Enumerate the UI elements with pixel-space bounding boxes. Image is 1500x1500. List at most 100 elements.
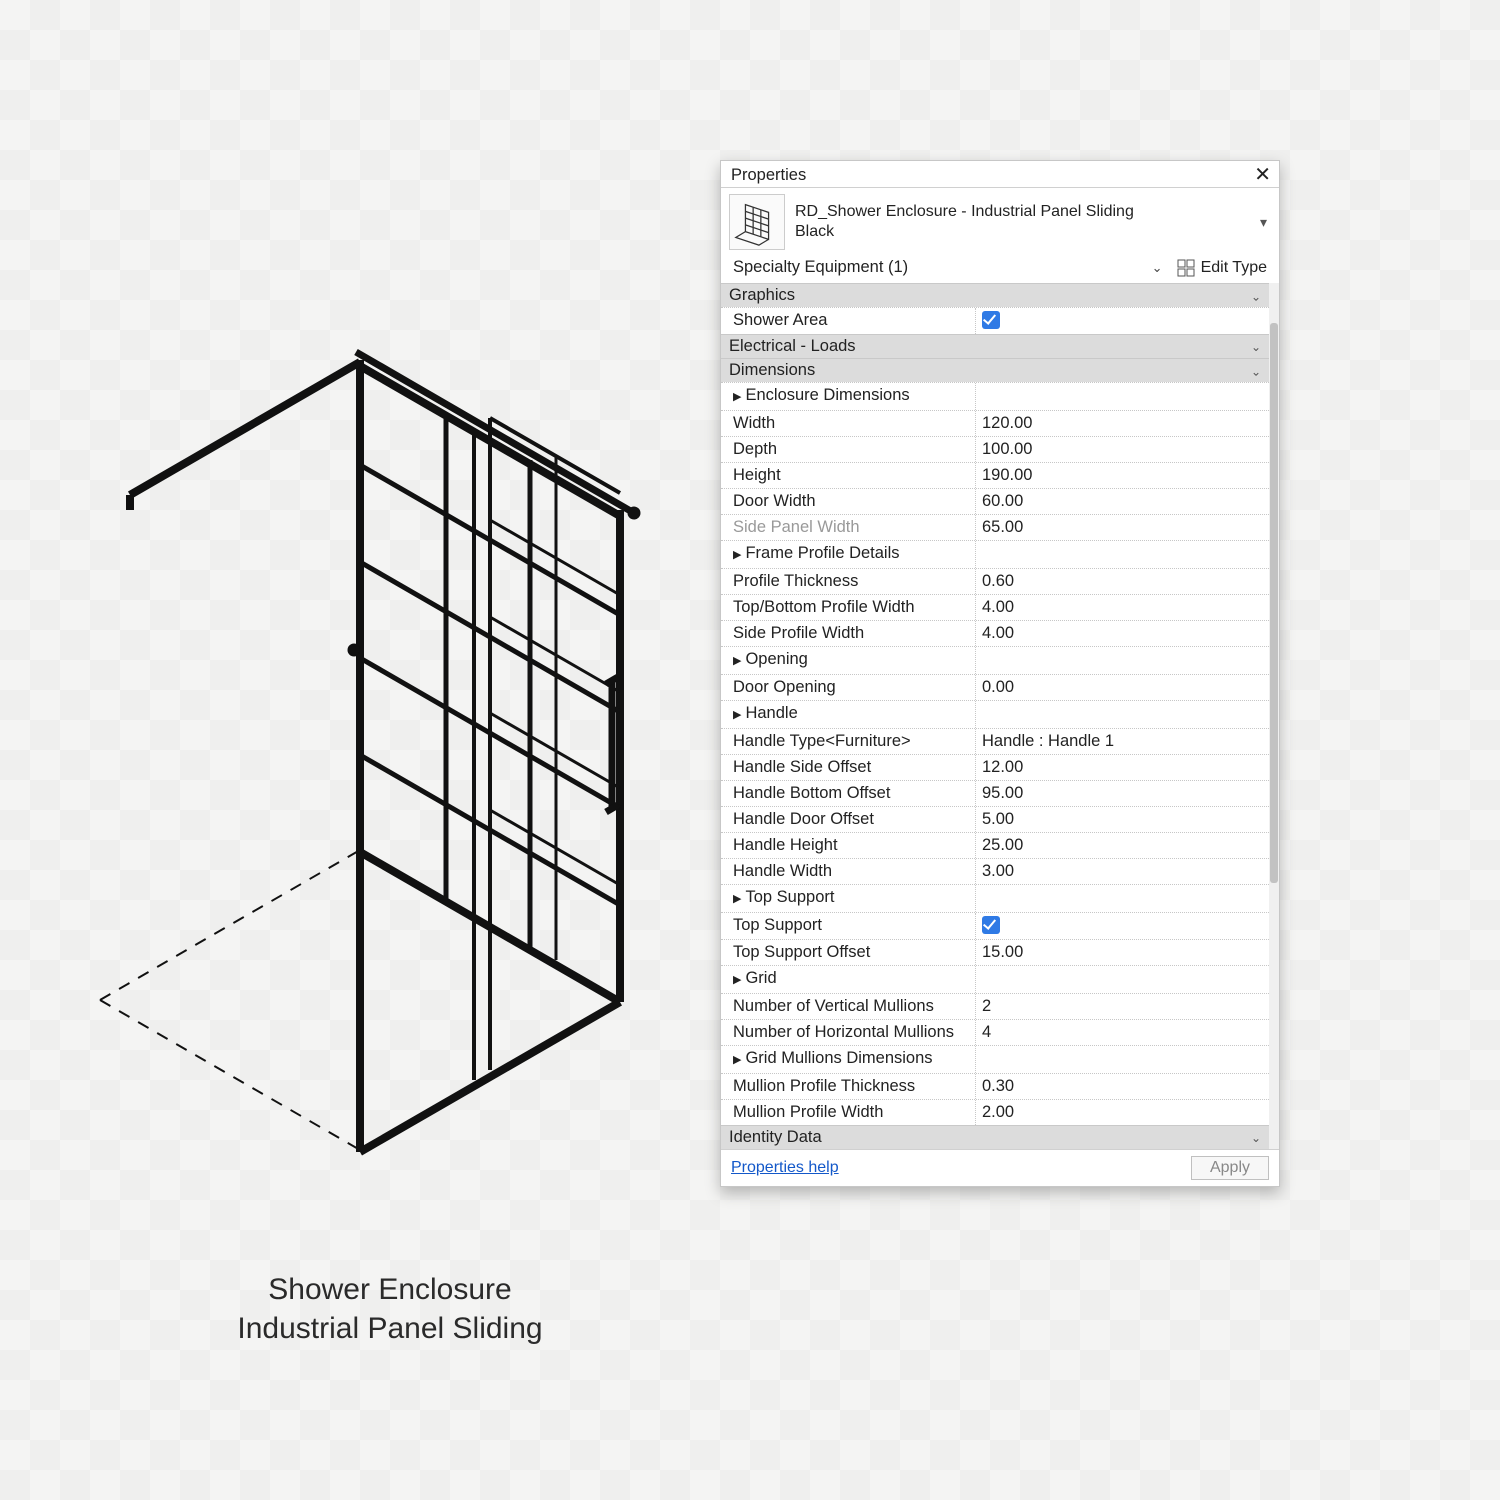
property-value[interactable]: 2.00 (976, 1100, 1269, 1125)
edit-type-label: Edit Type (1201, 259, 1267, 277)
property-value[interactable] (976, 308, 1269, 334)
property-label: Depth (721, 437, 976, 462)
property-value[interactable]: 25.00 (976, 833, 1269, 858)
property-label: Top Support (721, 885, 976, 912)
property-row[interactable]: Top Support (721, 884, 1269, 912)
property-label: Handle Width (721, 859, 976, 884)
collapse-icon[interactable]: ⌃ (1251, 364, 1261, 378)
property-row[interactable]: Number of Horizontal Mullions4 (721, 1019, 1269, 1045)
type-thumbnail (729, 194, 785, 250)
property-value[interactable] (976, 383, 1269, 410)
chevron-down-icon[interactable]: ▾ (1256, 214, 1271, 231)
apply-button[interactable]: Apply (1191, 1156, 1269, 1180)
property-value[interactable] (976, 647, 1269, 674)
property-label: Door Opening (721, 675, 976, 700)
section-electrical-loads[interactable]: Electrical - Loads ⌄ (721, 334, 1269, 358)
checkbox-checked-icon[interactable] (982, 916, 1000, 934)
type-family-name: RD_Shower Enclosure - Industrial Panel S… (795, 202, 1246, 222)
property-row[interactable]: Shower Area (721, 307, 1269, 334)
property-label: Enclosure Dimensions (721, 383, 976, 410)
property-row[interactable]: Door Width60.00 (721, 488, 1269, 514)
property-value[interactable] (976, 966, 1269, 993)
properties-help-link[interactable]: Properties help (731, 1159, 839, 1177)
property-row[interactable]: Mullion Profile Thickness0.30 (721, 1073, 1269, 1099)
edit-type-icon (1177, 259, 1195, 277)
section-label: Graphics (729, 286, 795, 305)
vertical-scrollbar[interactable] (1269, 283, 1279, 1149)
property-value[interactable] (976, 701, 1269, 728)
property-row[interactable]: Door Opening0.00 (721, 674, 1269, 700)
collapse-icon[interactable]: ⌃ (1251, 289, 1261, 303)
property-value[interactable] (976, 1046, 1269, 1073)
property-value[interactable]: 2 (976, 994, 1269, 1019)
property-value[interactable]: 60.00 (976, 489, 1269, 514)
property-row[interactable]: Depth100.00 (721, 436, 1269, 462)
property-label: Mullion Profile Width (721, 1100, 976, 1125)
panel-titlebar[interactable]: Properties ✕ (721, 161, 1279, 188)
expand-icon[interactable]: ⌄ (1251, 340, 1261, 354)
expand-icon[interactable]: ⌄ (1251, 1131, 1261, 1145)
property-value[interactable]: 0.60 (976, 569, 1269, 594)
property-row[interactable]: Opening (721, 646, 1269, 674)
property-value[interactable]: 3.00 (976, 859, 1269, 884)
property-value[interactable]: 12.00 (976, 755, 1269, 780)
property-row[interactable]: Handle Side Offset12.00 (721, 754, 1269, 780)
property-label: Handle Side Offset (721, 755, 976, 780)
property-label: Top Support Offset (721, 940, 976, 965)
property-label: Number of Horizontal Mullions (721, 1020, 976, 1045)
property-value[interactable] (976, 541, 1269, 568)
property-label: Grid Mullions Dimensions (721, 1046, 976, 1073)
property-row[interactable]: Side Profile Width4.00 (721, 620, 1269, 646)
property-value[interactable]: 0.00 (976, 675, 1269, 700)
property-value[interactable] (976, 913, 1269, 939)
property-value[interactable]: 4.00 (976, 595, 1269, 620)
property-row[interactable]: Top/Bottom Profile Width4.00 (721, 594, 1269, 620)
property-row[interactable]: Profile Thickness0.60 (721, 568, 1269, 594)
property-row[interactable]: Width120.00 (721, 410, 1269, 436)
section-graphics[interactable]: Graphics ⌃ (721, 283, 1269, 307)
close-icon[interactable]: ✕ (1254, 165, 1271, 185)
property-value[interactable]: 190.00 (976, 463, 1269, 488)
property-value[interactable]: 0.30 (976, 1074, 1269, 1099)
property-label: Handle Height (721, 833, 976, 858)
property-value[interactable]: 15.00 (976, 940, 1269, 965)
section-identity-data[interactable]: Identity Data⌄ (721, 1125, 1269, 1149)
property-value[interactable]: 5.00 (976, 807, 1269, 832)
property-row[interactable]: Top Support Offset15.00 (721, 939, 1269, 965)
property-value[interactable]: 100.00 (976, 437, 1269, 462)
property-row[interactable]: Handle (721, 700, 1269, 728)
property-label: Top/Bottom Profile Width (721, 595, 976, 620)
property-value[interactable]: 120.00 (976, 411, 1269, 436)
property-row[interactable]: Top Support (721, 912, 1269, 939)
property-row[interactable]: Mullion Profile Width2.00 (721, 1099, 1269, 1125)
property-row[interactable]: Grid Mullions Dimensions (721, 1045, 1269, 1073)
property-value[interactable] (976, 885, 1269, 912)
checkbox-checked-icon[interactable] (982, 311, 1000, 329)
section-label: Electrical - Loads (729, 337, 856, 356)
property-label: Handle Type<Furniture> (721, 729, 976, 754)
section-label: Dimensions (729, 361, 815, 380)
type-variant: Black (795, 222, 1246, 242)
edit-type-button[interactable]: Edit Type (1173, 257, 1271, 279)
property-row[interactable]: Frame Profile Details (721, 540, 1269, 568)
property-row[interactable]: Enclosure Dimensions (721, 382, 1269, 410)
property-value[interactable]: 95.00 (976, 781, 1269, 806)
property-row[interactable]: Side Panel Width65.00 (721, 514, 1269, 540)
category-selector[interactable]: Specialty Equipment (1) ⌄ (729, 256, 1167, 279)
selector-text: Specialty Equipment (1) (733, 258, 908, 277)
property-row[interactable]: Handle Height25.00 (721, 832, 1269, 858)
property-row[interactable]: Handle Type<Furniture>Handle : Handle 1 (721, 728, 1269, 754)
property-row[interactable]: Number of Vertical Mullions2 (721, 993, 1269, 1019)
section-dimensions[interactable]: Dimensions ⌃ (721, 358, 1269, 382)
property-row[interactable]: Handle Door Offset5.00 (721, 806, 1269, 832)
property-row[interactable]: Height190.00 (721, 462, 1269, 488)
type-selector[interactable]: RD_Shower Enclosure - Industrial Panel S… (721, 188, 1279, 254)
property-row[interactable]: Handle Bottom Offset95.00 (721, 780, 1269, 806)
property-value[interactable]: 4.00 (976, 621, 1269, 646)
property-label: Frame Profile Details (721, 541, 976, 568)
property-value[interactable]: Handle : Handle 1 (976, 729, 1269, 754)
property-value[interactable]: 65.00 (976, 515, 1269, 540)
property-row[interactable]: Handle Width3.00 (721, 858, 1269, 884)
property-value[interactable]: 4 (976, 1020, 1269, 1045)
property-row[interactable]: Grid (721, 965, 1269, 993)
